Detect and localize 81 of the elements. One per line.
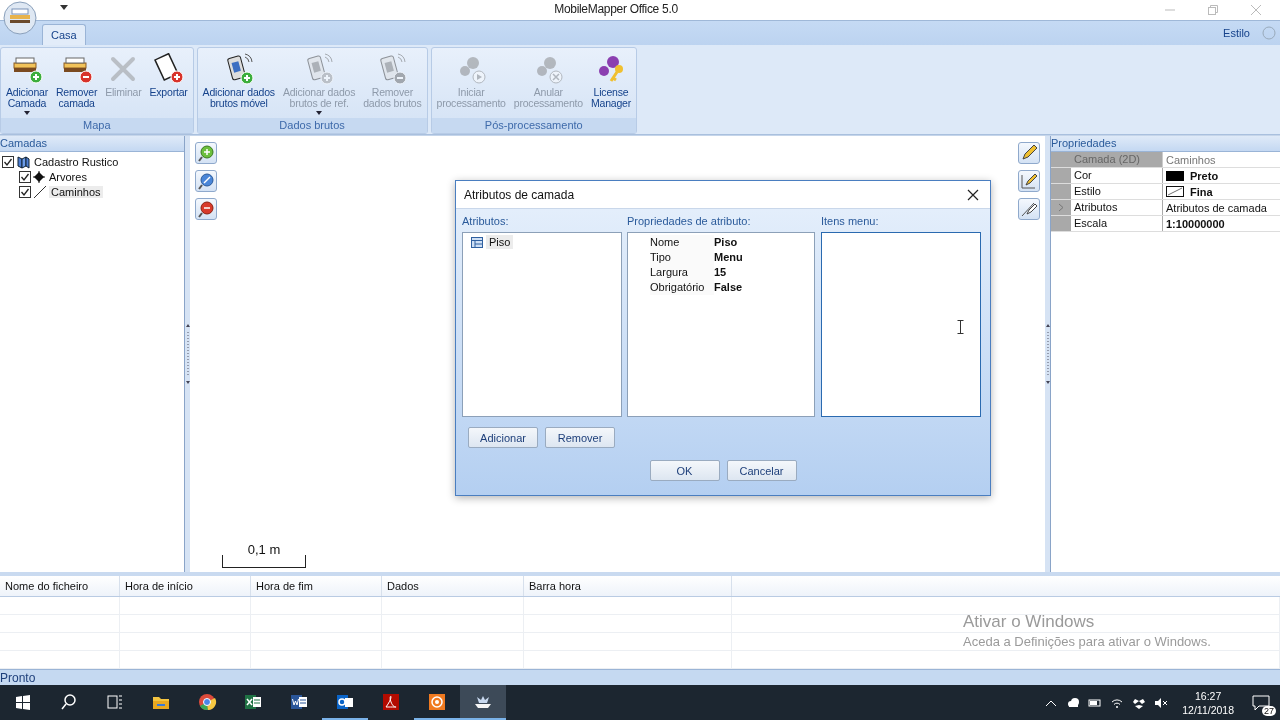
table-icon	[471, 236, 483, 248]
column-header[interactable]: Dados	[382, 576, 524, 597]
column-header[interactable]: Hora de início	[120, 576, 251, 597]
zoom-in-icon[interactable]	[196, 143, 216, 164]
ribbon-tab[interactable]: Casa	[42, 23, 86, 45]
scale-label: 0,1 m	[247, 542, 281, 558]
group-label: Mapa	[1, 118, 193, 134]
property-name: Camada (2D)	[1071, 152, 1163, 168]
clock-date: 12/11/2018	[1182, 702, 1234, 717]
ribbon-button[interactable]: Remover camada	[53, 49, 101, 119]
style-dropdown[interactable]: Estilo	[1215, 26, 1258, 39]
point-symbol-icon	[33, 170, 45, 183]
group-label: Pós-processamento	[431, 118, 636, 134]
tree-item[interactable]: Arvores	[47, 170, 89, 183]
section-label: Propriedades de atributo:	[627, 215, 752, 227]
property-name: Nome	[650, 235, 714, 250]
quick-access-caret-icon[interactable]	[60, 5, 68, 11]
property-name: Escala	[1071, 216, 1163, 232]
layer-group-icon	[16, 154, 30, 169]
line-style-icon	[1166, 186, 1184, 198]
ribbon-button[interactable]: Adicionar Camada	[3, 49, 51, 119]
property-name: Tipo	[650, 250, 714, 265]
section-label: Atributos:	[462, 215, 510, 227]
activation-text: Aceda a Definições para ativar o Windows.	[963, 634, 1211, 650]
property-value[interactable]: 15	[714, 265, 812, 280]
tree-item[interactable]: Caminhos	[49, 185, 103, 198]
property-name: Cor	[1071, 168, 1163, 184]
browser-icon[interactable]	[197, 691, 217, 712]
property-value[interactable]: Piso	[714, 235, 812, 250]
menu-items-list[interactable]	[821, 232, 981, 417]
close-icon[interactable]	[967, 188, 979, 201]
notification-count: 27	[1262, 705, 1276, 716]
group-label: Dados brutos	[197, 118, 427, 134]
clock-time: 16:27	[1194, 688, 1222, 703]
caret-icon	[316, 110, 323, 115]
dialog-title: Atributos de camada	[464, 187, 575, 202]
list-item[interactable]: Piso	[486, 235, 514, 249]
ribbon-button[interactable]: Adicionar dados brutos móvel	[199, 49, 278, 119]
edit-vertex-icon[interactable]	[1019, 171, 1039, 192]
dialog-button[interactable]: Remover	[545, 427, 615, 448]
checkbox[interactable]	[19, 185, 31, 198]
property-value[interactable]: 1:10000000	[1166, 217, 1225, 230]
property-value[interactable]: Preto	[1190, 169, 1219, 182]
cloud-icon[interactable]	[1066, 695, 1081, 710]
caret-icon	[24, 110, 30, 115]
splitter-grip-icon[interactable]	[1045, 324, 1050, 385]
property-value[interactable]: Caminhos	[1166, 153, 1216, 166]
panel-header: Propriedades	[1051, 136, 1280, 153]
property-value[interactable]: Menu	[714, 250, 812, 265]
dialog-button[interactable]: Cancelar	[726, 460, 797, 481]
checkbox[interactable]	[19, 170, 31, 183]
search-icon[interactable]	[59, 691, 79, 712]
activation-title: Ativar o Windows	[963, 612, 1096, 633]
property-value[interactable]: Atributos de camada	[1166, 201, 1267, 214]
splitter-grip-icon[interactable]	[185, 324, 190, 385]
property-name: Largura	[650, 265, 714, 280]
ribbon-button[interactable]: License Manager	[587, 49, 634, 119]
recorder-icon[interactable]	[427, 691, 447, 712]
column-header[interactable]: Hora de fim	[251, 576, 382, 597]
dialog-button[interactable]: OK	[649, 460, 720, 481]
ribbon-button[interactable]: Exportar	[146, 49, 191, 119]
column-header[interactable]: Barra hora	[524, 576, 732, 597]
property-value[interactable]: False	[714, 280, 812, 295]
pdf-icon[interactable]	[381, 691, 401, 712]
property-name: Estilo	[1071, 184, 1163, 200]
zoom-extent-icon[interactable]	[196, 171, 216, 192]
property-value[interactable]: Fina	[1190, 185, 1213, 198]
clipboard-add-icon	[152, 52, 185, 85]
dialog-button[interactable]: Adicionar	[468, 427, 538, 448]
tree-item[interactable]: Cadastro Rustico	[32, 155, 121, 168]
property-name: Atributos	[1071, 200, 1163, 216]
property-name: Obrigatório	[650, 280, 714, 295]
section-label: Itens menu:	[821, 215, 880, 227]
status-text: Pronto	[0, 669, 1280, 686]
zoom-out-icon[interactable]	[196, 199, 216, 220]
checkbox[interactable]	[2, 155, 14, 168]
line-symbol-icon	[33, 184, 47, 199]
column-header[interactable]: Nome do ficheiro	[0, 576, 120, 597]
panel-header: Camadas	[0, 136, 184, 153]
window-title: MobileMapper Office 5.0	[553, 1, 679, 16]
text-cursor-icon	[956, 319, 964, 334]
